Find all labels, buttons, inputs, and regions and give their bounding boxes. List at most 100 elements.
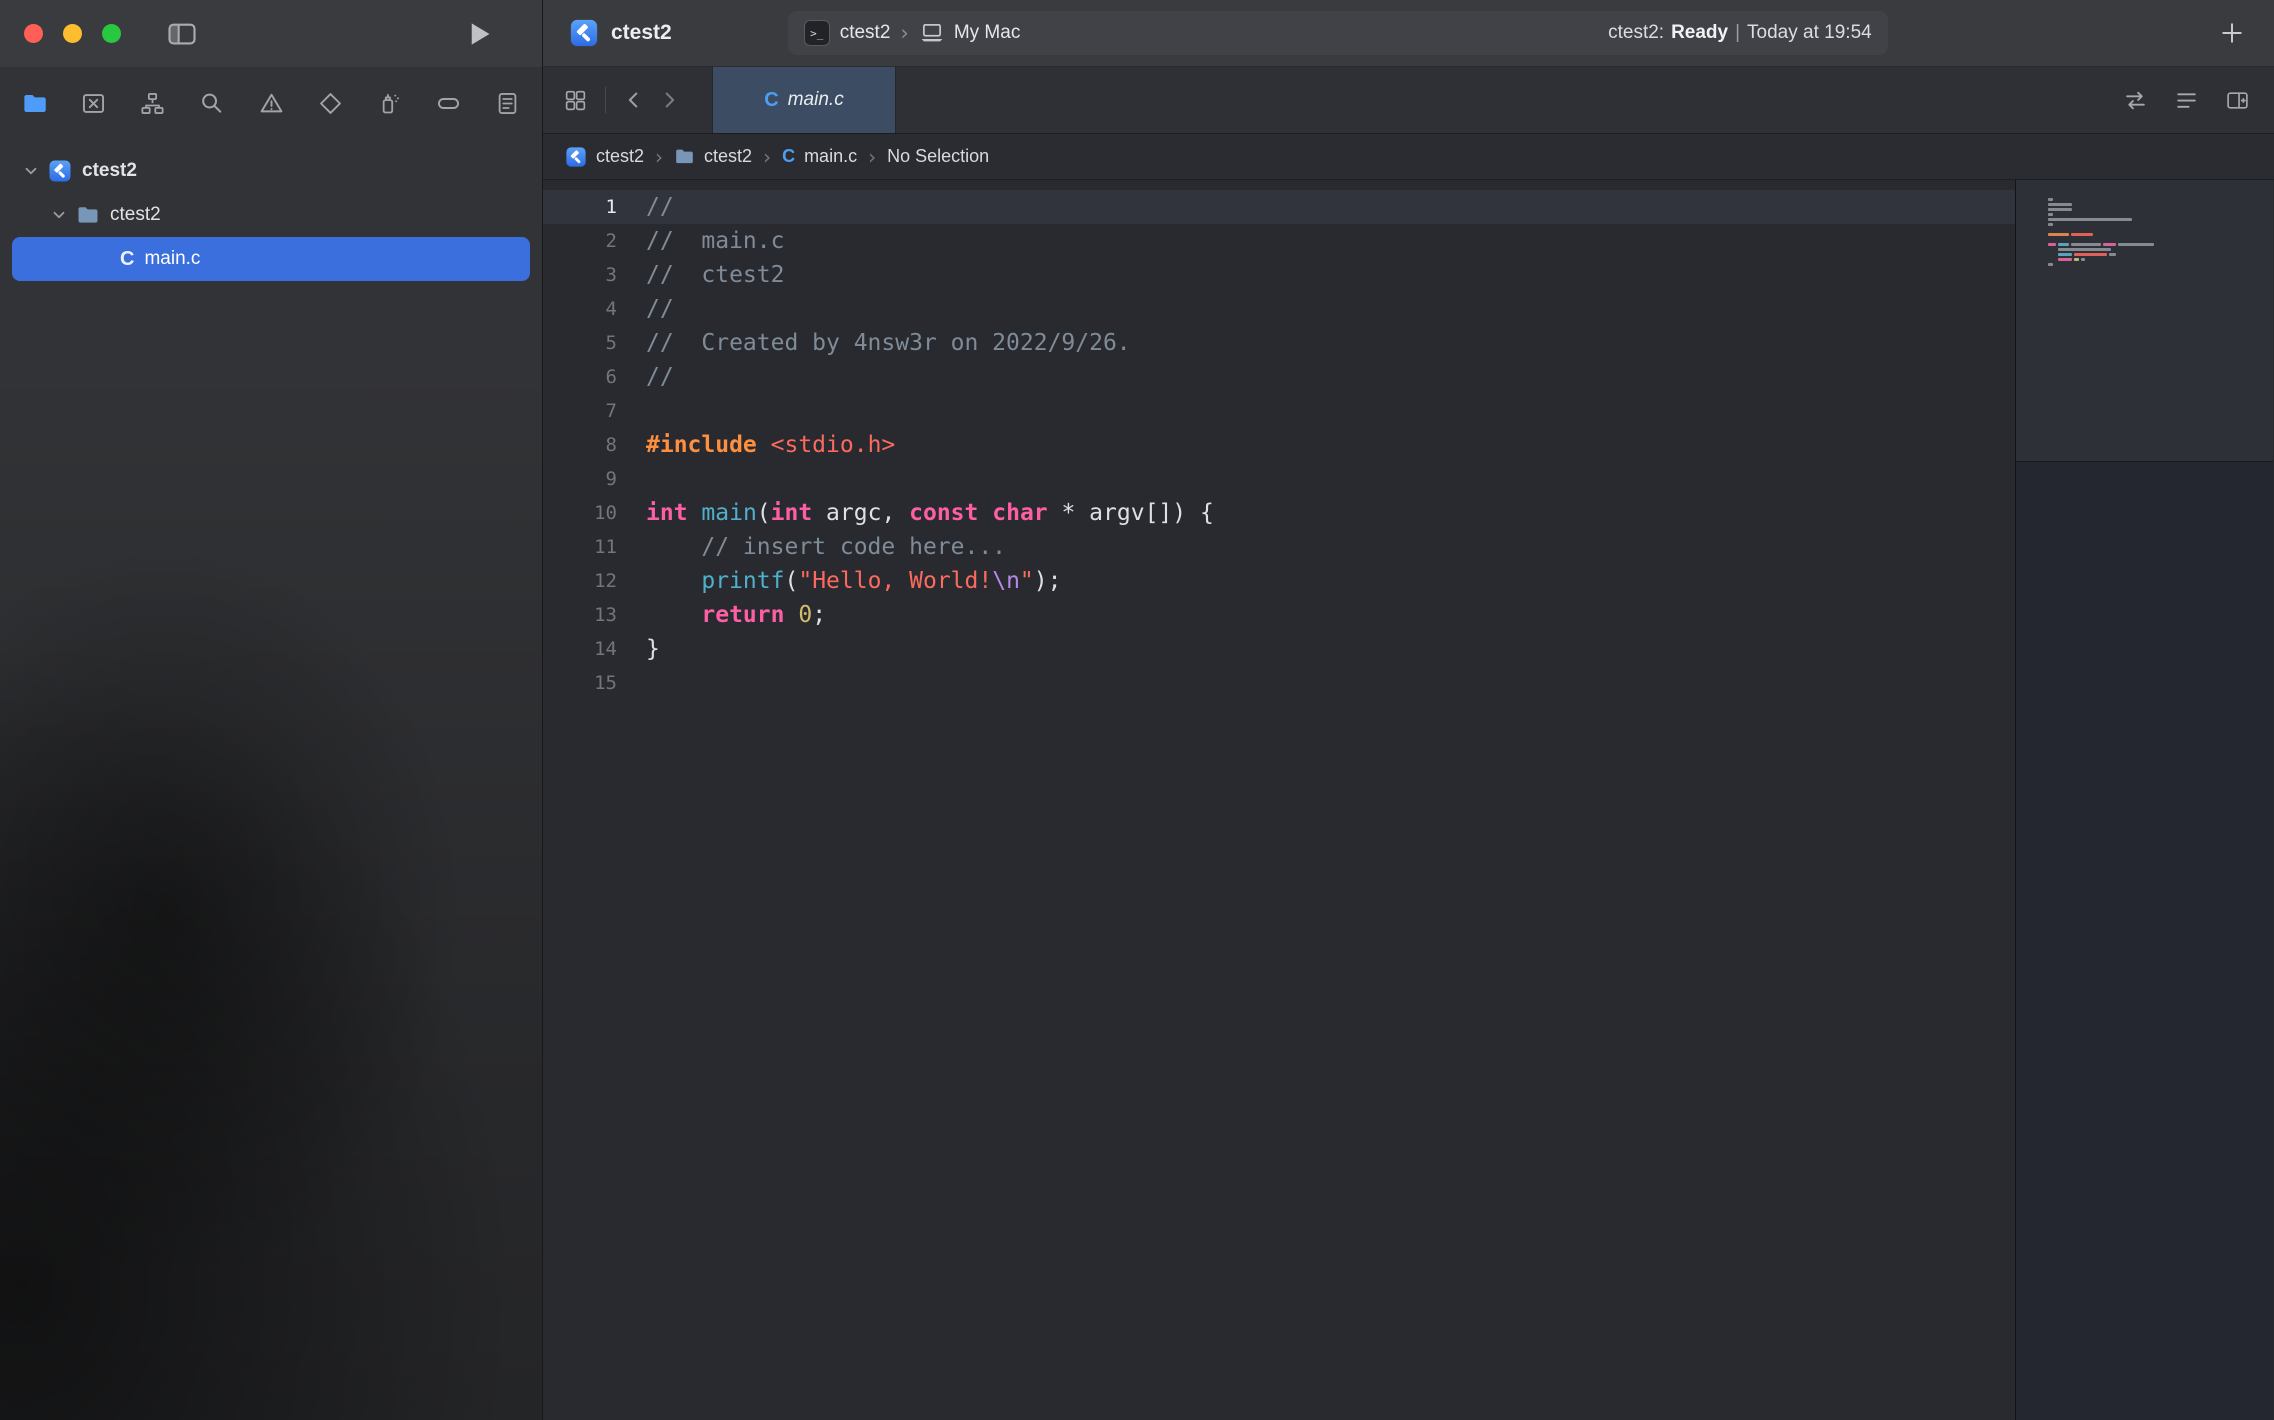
line-number[interactable]: 10 <box>543 496 617 530</box>
code-line[interactable]: 3// ctest2 <box>543 258 2015 292</box>
issue-navigator-icon[interactable] <box>257 89 286 118</box>
code-text: // ctest2 <box>617 258 784 292</box>
line-number[interactable]: 14 <box>543 632 617 666</box>
minimap-row <box>2048 203 2273 206</box>
scheme-destination[interactable]: My Mac <box>954 22 1021 44</box>
minimize-button[interactable] <box>63 24 82 43</box>
source-editor[interactable]: 1 // 2// main.c3// ctest24//5// Created by… <box>543 180 2015 1420</box>
code-line[interactable]: 2// main.c <box>543 224 2015 258</box>
find-navigator-icon[interactable] <box>197 89 226 118</box>
tab-label: main.c <box>788 89 844 111</box>
code-line[interactable]: 8#include <stdio.h> <box>543 428 2015 462</box>
line-number[interactable]: 13 <box>543 598 617 632</box>
code-text <box>617 666 646 700</box>
code-text: // main.c <box>617 224 784 258</box>
code-token: } <box>646 636 660 662</box>
breadcrumb-group[interactable]: ctest2 <box>674 146 752 167</box>
code-line[interactable]: 12 printf("Hello, World!\n"); <box>543 564 2015 598</box>
code-line[interactable]: 1 // <box>543 190 2015 224</box>
code-token <box>688 500 702 526</box>
code-token <box>978 500 992 526</box>
code-token: ( <box>784 568 798 594</box>
code-line[interactable]: 13 return 0; <box>543 598 2015 632</box>
library-add-button[interactable] <box>2218 19 2246 47</box>
code-line[interactable]: 10int main(int argc, const char * argv[]… <box>543 496 2015 530</box>
minimap-lines <box>2048 198 2273 271</box>
source-control-navigator-icon[interactable] <box>79 89 108 118</box>
breakpoint-navigator-icon[interactable] <box>434 89 463 118</box>
line-number[interactable]: 6 <box>543 360 617 394</box>
symbol-navigator-icon[interactable] <box>138 89 167 118</box>
minimap-bar <box>2071 233 2093 236</box>
line-number[interactable]: 1 <box>543 190 617 224</box>
line-number[interactable]: 5 <box>543 326 617 360</box>
tab-main-c[interactable]: C main.c <box>712 67 896 133</box>
close-button[interactable] <box>24 24 43 43</box>
zoom-button[interactable] <box>102 24 121 43</box>
code-text: #include <stdio.h> <box>617 428 895 462</box>
minimap-bar <box>2048 233 2069 236</box>
line-number[interactable]: 4 <box>543 292 617 326</box>
scheme-target[interactable]: ctest2 <box>840 22 891 44</box>
minimap-bar <box>2058 253 2072 256</box>
breadcrumb-selection[interactable]: No Selection <box>887 146 989 167</box>
folder-icon <box>76 203 100 227</box>
sidebar-divider[interactable] <box>542 0 543 1420</box>
code-token: 0 <box>798 602 812 628</box>
code-line[interactable]: 14} <box>543 632 2015 666</box>
tree-row-file-selected[interactable]: C main.c <box>12 237 530 281</box>
debug-navigator-icon[interactable] <box>375 89 404 118</box>
editor-grid-icon[interactable] <box>563 88 588 113</box>
tree-row-project[interactable]: ctest2 <box>12 149 530 193</box>
code-token: // <box>646 194 674 220</box>
minimap[interactable] <box>2015 180 2273 1420</box>
code-token: #include <box>646 432 757 458</box>
status-time: Today at 19:54 <box>1747 22 1872 44</box>
line-number[interactable]: 11 <box>543 530 617 564</box>
breadcrumb-label: ctest2 <box>704 146 752 167</box>
code-token: <stdio.h> <box>771 432 896 458</box>
sidebar-toggle-icon[interactable] <box>167 21 197 47</box>
line-number[interactable]: 7 <box>543 394 617 428</box>
code-line[interactable]: 4// <box>543 292 2015 326</box>
minimap-bar <box>2081 258 2085 261</box>
breadcrumb-label: ctest2 <box>596 146 644 167</box>
forward-chevron-icon[interactable] <box>658 89 680 111</box>
activity-status: ctest2: Ready | Today at 19:54 <box>1608 22 1872 44</box>
code-line[interactable]: 9 <box>543 462 2015 496</box>
add-editor-icon[interactable] <box>2225 88 2250 113</box>
back-chevron-icon[interactable] <box>623 89 645 111</box>
project-navigator-icon[interactable] <box>20 89 49 118</box>
disclosure-chevron-icon[interactable] <box>50 206 68 224</box>
line-number[interactable]: 8 <box>543 428 617 462</box>
code-token: int <box>646 500 688 526</box>
line-number[interactable]: 9 <box>543 462 617 496</box>
line-number[interactable]: 3 <box>543 258 617 292</box>
line-number[interactable]: 12 <box>543 564 617 598</box>
adjust-editor-icon[interactable] <box>2174 88 2199 113</box>
code-token: ; <box>812 602 826 628</box>
code-line[interactable]: 11 // insert code here... <box>543 530 2015 564</box>
code-line[interactable]: 6// <box>543 360 2015 394</box>
code-review-icon[interactable] <box>2123 88 2148 113</box>
editor-area: 1 // 2// main.c3// ctest24//5// Created by… <box>543 180 2274 1420</box>
breadcrumb-file[interactable]: C main.c <box>782 146 857 167</box>
my-mac-icon <box>919 21 945 45</box>
tree-row-group[interactable]: ctest2 <box>12 193 530 237</box>
code-token: printf <box>701 568 784 594</box>
code-line[interactable]: 7 <box>543 394 2015 428</box>
code-line[interactable]: 15 <box>543 666 2015 700</box>
breadcrumb-project[interactable]: ctest2 <box>565 146 644 168</box>
code-token: return <box>701 602 784 628</box>
disclosure-chevron-icon[interactable] <box>22 162 40 180</box>
test-navigator-icon[interactable] <box>316 89 345 118</box>
report-navigator-icon[interactable] <box>493 89 522 118</box>
code-line[interactable]: 5// Created by 4nsw3r on 2022/9/26. <box>543 326 2015 360</box>
code-token: * argv[]) { <box>1048 500 1214 526</box>
line-number[interactable]: 2 <box>543 224 617 258</box>
c-file-icon: C <box>120 248 134 271</box>
status-state: Ready <box>1671 22 1728 44</box>
line-number[interactable]: 15 <box>543 666 617 700</box>
code-token: ); <box>1034 568 1062 594</box>
run-button[interactable] <box>468 21 492 47</box>
